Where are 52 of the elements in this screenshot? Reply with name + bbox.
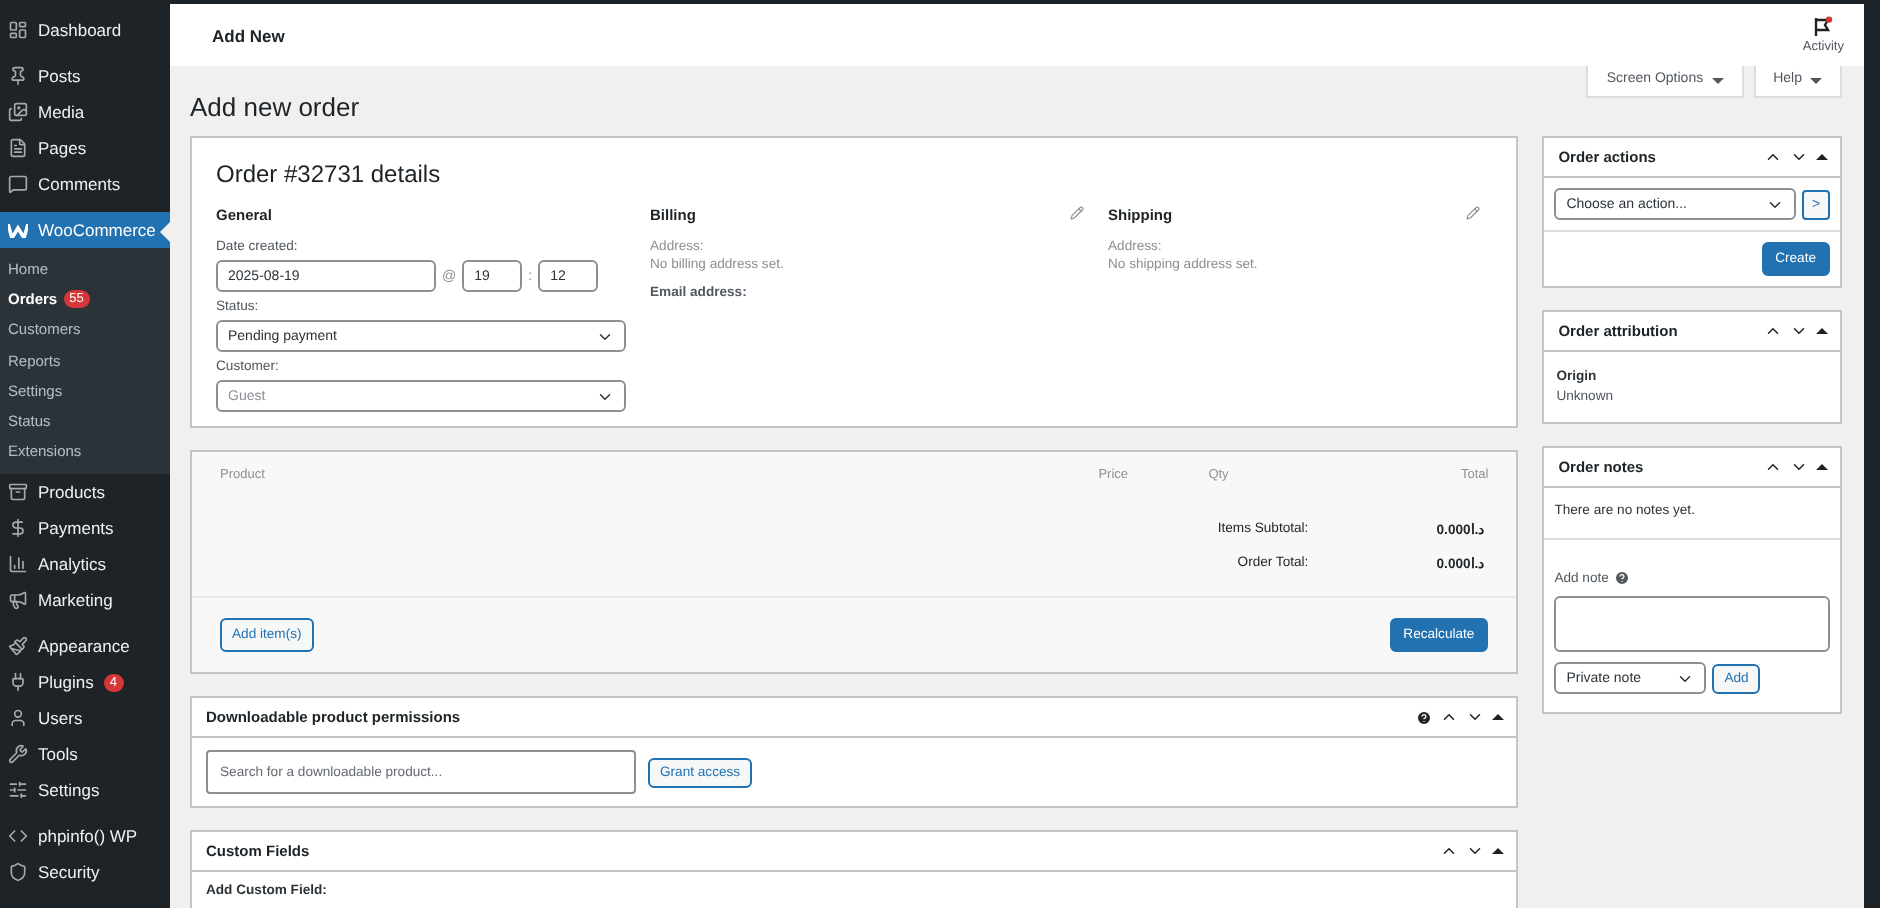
sidebar-item[interactable]: Comments: [0, 166, 170, 202]
sidebar-item[interactable]: WooCommerce: [0, 212, 170, 248]
sidebar-item[interactable]: Media: [0, 94, 170, 130]
sidebar-item[interactable]: Appearance: [0, 628, 170, 665]
move-up-icon[interactable]: [1764, 458, 1782, 476]
sidebar-item[interactable]: Settings: [0, 772, 170, 809]
sidebar-item[interactable]: Analytics: [0, 546, 170, 583]
shield-icon: [8, 862, 28, 883]
wrench-icon: [8, 744, 28, 765]
plug-icon: [8, 672, 28, 693]
edit-icon[interactable]: [1070, 206, 1084, 220]
megaphone-icon: [8, 590, 28, 611]
move-down-icon[interactable]: [1790, 322, 1808, 340]
archive-icon: [8, 482, 28, 503]
note-textarea[interactable]: [1554, 596, 1830, 652]
help-icon[interactable]: [1416, 709, 1433, 725]
sidebar-item[interactable]: Marketing: [0, 582, 170, 619]
code-icon: [8, 826, 28, 847]
flag-icon: [1812, 16, 1835, 38]
help-icon[interactable]: [1614, 570, 1631, 586]
move-down-icon[interactable]: [1466, 708, 1485, 726]
move-up-icon[interactable]: [1440, 708, 1459, 726]
dollar-icon: [8, 518, 28, 539]
woo-logo-icon: [8, 223, 28, 237]
sidebar-item[interactable]: Users: [0, 700, 170, 737]
page-title: Add new order: [190, 92, 360, 122]
page-icon: [8, 138, 28, 158]
pin-icon: [8, 66, 28, 86]
paintbrush-icon: [8, 636, 28, 657]
sidebar-item[interactable]: Security: [0, 854, 170, 891]
sidebar-item[interactable]: Pages: [0, 130, 170, 166]
page-heading: Add New: [212, 25, 285, 45]
speech-bubble-icon: [8, 174, 28, 194]
order-title: Order #32731 details: [216, 160, 443, 188]
move-down-icon[interactable]: [1790, 458, 1808, 476]
sidebar-item[interactable]: Tools: [0, 736, 170, 773]
move-down-icon[interactable]: [1790, 148, 1808, 166]
user-icon: [8, 708, 28, 729]
edit-icon[interactable]: [1466, 206, 1481, 220]
move-up-icon[interactable]: [1440, 842, 1459, 860]
sidebar-item[interactable]: Dashboard: [0, 12, 170, 48]
sidebar-item[interactable]: phpinfo() WP: [0, 818, 170, 855]
sidebar-item[interactable]: Products: [0, 474, 170, 511]
bar-chart-icon: [8, 554, 28, 575]
sliders-icon: [8, 780, 28, 801]
sidebar-item[interactable]: Posts: [0, 58, 170, 94]
dashboard-icon: [8, 20, 28, 40]
sidebar-item[interactable]: Payments: [0, 510, 170, 547]
move-down-icon[interactable]: [1466, 842, 1485, 860]
images-icon: [8, 102, 28, 122]
move-up-icon[interactable]: [1764, 322, 1782, 340]
move-up-icon[interactable]: [1764, 148, 1782, 166]
